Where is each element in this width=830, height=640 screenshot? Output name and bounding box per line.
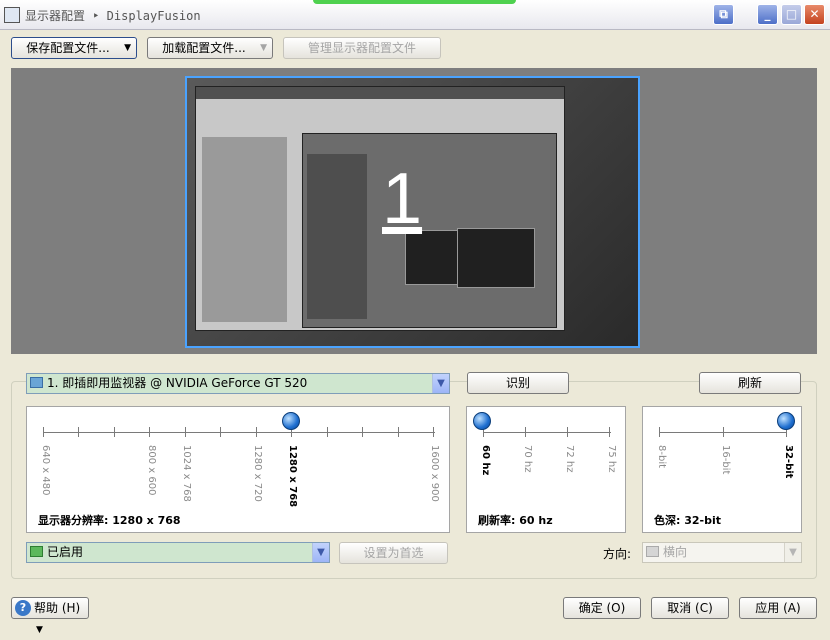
- resolution-tick-label-selected: 1280 x 768: [287, 445, 298, 508]
- ok-button[interactable]: 确定 (O): [563, 597, 641, 619]
- chevron-down-icon[interactable]: ▼: [312, 543, 329, 562]
- save-profile-label: 保存配置文件...: [26, 41, 110, 55]
- resolution-tick-label: 1600 x 900: [429, 445, 440, 502]
- color-depth-panel: 8-bit 16-bit 32-bit 色深: 32-bit: [642, 406, 802, 533]
- identify-button[interactable]: 识别: [467, 372, 569, 394]
- orientation-select[interactable]: 横向 ▼: [642, 542, 802, 563]
- help-label: 帮助 (H): [34, 601, 81, 615]
- minimize-button[interactable]: _: [757, 4, 778, 25]
- maximize-button[interactable]: □: [781, 4, 802, 25]
- color-depth-tick-label-selected: 32-bit: [783, 445, 794, 479]
- color-depth-label: 色深: 32-bit: [654, 514, 722, 527]
- close-button[interactable]: ✕: [804, 4, 825, 25]
- enabled-icon: [30, 546, 43, 557]
- refresh-rate-slider-thumb[interactable]: [473, 412, 491, 430]
- screenshot-image-2: [457, 228, 535, 288]
- apply-button[interactable]: 应用 (A): [739, 597, 817, 619]
- monitor-1-thumbnail[interactable]: 1: [185, 76, 640, 348]
- orientation-select-value: 横向: [663, 545, 688, 559]
- monitor-select-value: 1. 即插即用监视器 @ NVIDIA GeForce GT 520: [47, 376, 308, 390]
- resolution-tick-label: 800 x 600: [146, 445, 157, 496]
- title-bar: 显示器配置 ‣ DisplayFusion: [0, 0, 830, 30]
- chevron-down-icon: ▼: [124, 43, 131, 53]
- orientation-icon: [646, 546, 659, 557]
- resolution-tick-label: 1280 x 720: [252, 445, 263, 502]
- chevron-down-icon[interactable]: ▼: [432, 374, 449, 393]
- set-primary-button[interactable]: 设置为首选: [339, 542, 448, 564]
- help-icon: ?: [15, 600, 31, 616]
- chevron-down-icon: ▼: [36, 625, 43, 635]
- monitor-number: 1: [382, 159, 423, 239]
- color-depth-tick-label: 16-bit: [720, 445, 731, 475]
- resolution-tick-label: 1024 x 768: [181, 445, 192, 502]
- refresh-button[interactable]: 刷新: [699, 372, 801, 394]
- help-button[interactable]: ? 帮助 (H) ▼: [11, 597, 89, 635]
- refresh-tick-label-selected: 60 hz: [480, 445, 491, 476]
- refresh-rate-panel: 60 hz 70 hz 72 hz 75 hz 刷新率: 60 hz: [466, 406, 626, 533]
- orientation-label: 方向:: [603, 547, 632, 561]
- color-depth-tick-label: 8-bit: [656, 445, 667, 469]
- monitor-select[interactable]: 1. 即插即用监视器 @ NVIDIA GeForce GT 520 ▼: [26, 373, 450, 394]
- enabled-select[interactable]: 已启用 ▼: [26, 542, 330, 563]
- refresh-tick-label: 75 hz: [606, 445, 617, 473]
- load-profile-button[interactable]: 加载配置文件... ▼: [147, 37, 273, 59]
- chevron-down-icon: ▼: [260, 43, 267, 53]
- load-profile-label: 加载配置文件...: [162, 41, 246, 55]
- chevron-down-icon[interactable]: ▼: [784, 543, 801, 562]
- color-depth-slider-thumb[interactable]: [777, 412, 795, 430]
- enabled-select-value: 已启用: [47, 545, 84, 559]
- drag-indicator: [313, 0, 516, 4]
- resolution-label: 显示器分辨率: 1280 x 768: [38, 514, 181, 527]
- refresh-rate-label: 刷新率: 60 hz: [478, 514, 553, 527]
- refresh-tick-label: 72 hz: [564, 445, 575, 473]
- monitor-icon: [30, 377, 43, 388]
- app-icon: [4, 7, 20, 23]
- window-title: 显示器配置 ‣ DisplayFusion: [25, 9, 201, 23]
- refresh-rate-track[interactable]: [483, 432, 611, 433]
- manage-profiles-button[interactable]: 管理显示器配置文件: [283, 37, 441, 59]
- save-profile-button[interactable]: 保存配置文件... ▼: [11, 37, 137, 59]
- resolution-slider-thumb[interactable]: [282, 412, 300, 430]
- resolution-track[interactable]: [43, 432, 435, 433]
- extra-window-icon[interactable]: ⧉: [713, 4, 734, 25]
- resolution-panel: 640 x 480 800 x 600 1024 x 768 1280 x 72…: [26, 406, 450, 533]
- refresh-tick-label: 70 hz: [522, 445, 533, 473]
- resolution-tick-label: 640 x 480: [40, 445, 51, 496]
- cancel-button[interactable]: 取消 (C): [651, 597, 729, 619]
